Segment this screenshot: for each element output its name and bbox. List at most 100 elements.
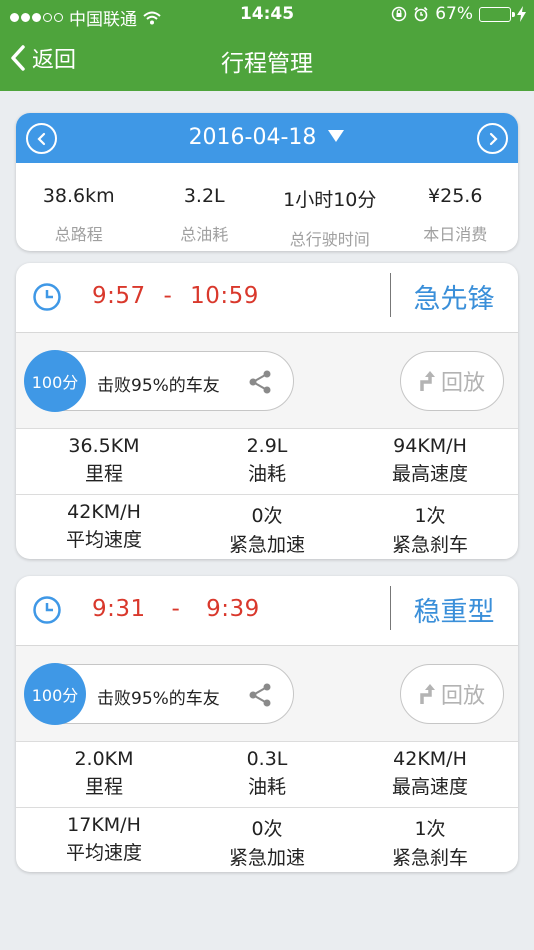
trip-stats-row: 17KM/H 平均速度 0次 紧急加速 1次 紧急刹车: [16, 807, 518, 872]
date-selector[interactable]: 2016-04-18: [16, 125, 518, 150]
stat-value: 0.3L: [246, 748, 288, 770]
summary-stat: 3.2L 总油耗: [142, 163, 268, 251]
current-date: 2016-04-18: [188, 125, 317, 150]
trip-stat-avg-speed: 17KM/H 平均速度: [16, 808, 192, 872]
summary-stats: 38.6km 总路程 3.2L 总油耗 1小时10分 总行驶时间 ¥25.6 本…: [16, 163, 518, 251]
summary-stat: 1小时10分 总行驶时间: [267, 163, 393, 251]
time-separator: -: [171, 596, 181, 622]
trip-stat-avg-speed: 42KM/H 平均速度: [16, 495, 192, 559]
stat-label: 油耗: [247, 776, 286, 798]
stat-label: 平均速度: [65, 529, 142, 551]
page-title: 行程管理: [221, 51, 313, 77]
stat-value: 0次: [251, 505, 283, 527]
trip-stat-distance: 2.0KM 里程: [16, 742, 192, 807]
trip-start-time: 9:31: [92, 596, 146, 622]
score-rank-text: 击败95%的车友: [97, 689, 220, 709]
daily-summary-card: 2016-04-18 38.6km 总路程 3.2L 总油耗 1小时10分 总行…: [16, 113, 518, 251]
stat-label: 最高速度: [391, 463, 468, 485]
replay-route-icon: [420, 371, 435, 391]
stat-value: 2.0KM: [74, 748, 134, 770]
clock-icon: [33, 283, 61, 311]
stat-value: 42KM/H: [393, 748, 467, 770]
trip-header: 9:31 - 9:39 稳重型: [16, 576, 518, 646]
stat-label: 总行驶时间: [289, 230, 370, 249]
trip-card[interactable]: 9:31 - 9:39 稳重型 100分 击败95%的车友 回放 2.0KM 里…: [16, 576, 518, 872]
score-value: 100分: [24, 663, 86, 725]
chevron-right-icon: [489, 132, 498, 145]
stat-label: 紧急刹车: [391, 534, 468, 556]
score-badge[interactable]: 100分 击败95%的车友: [24, 350, 294, 412]
stat-value: 38.6km: [42, 185, 115, 207]
trip-stat-max-speed: 94KM/H 最高速度: [342, 429, 518, 494]
date-bar: 2016-04-18: [16, 113, 518, 163]
replay-button[interactable]: 回放: [400, 664, 504, 724]
driving-style: 急先锋: [413, 284, 495, 315]
share-icon[interactable]: [247, 369, 273, 395]
score-row: 100分 击败95%的车友 回放: [16, 646, 518, 742]
trip-time-range: 9:31 - 9:39: [92, 596, 260, 622]
trip-stats-row: 36.5KM 里程 2.9L 油耗 94KM/H 最高速度: [16, 429, 518, 494]
trip-stat-distance: 36.5KM 里程: [16, 429, 192, 494]
score-badge[interactable]: 100分 击败95%的车友: [24, 663, 294, 725]
trip-time-range: 9:57 - 10:59: [92, 283, 259, 309]
stat-value: 0次: [251, 818, 283, 840]
stat-label: 油耗: [247, 463, 286, 485]
replay-label: 回放: [440, 684, 485, 709]
trip-stats-row: 2.0KM 里程 0.3L 油耗 42KM/H 最高速度: [16, 742, 518, 807]
next-day-button[interactable]: [477, 123, 508, 154]
summary-stat: 38.6km 总路程: [16, 163, 142, 251]
trip-end-time: 10:59: [190, 283, 259, 309]
orientation-lock-icon: [391, 6, 407, 22]
trip-stat-hard-brake: 1次 紧急刹车: [342, 495, 518, 559]
stat-value: 3.2L: [183, 185, 225, 207]
stat-label: 里程: [84, 463, 123, 485]
clock-icon: [33, 596, 61, 624]
stat-label: 紧急加速: [228, 534, 305, 556]
trip-stat-hard-accel: 0次 紧急加速: [192, 808, 342, 872]
stat-value: 1次: [414, 505, 446, 527]
score-row: 100分 击败95%的车友 回放: [16, 333, 518, 429]
header: 中国联通 14:45 67% 返回 行程管理: [0, 0, 534, 91]
stat-label: 总油耗: [180, 225, 229, 244]
trip-start-time: 9:57: [92, 283, 146, 309]
driving-style: 稳重型: [413, 597, 495, 628]
replay-route-icon: [420, 684, 435, 704]
stat-value: ¥25.6: [428, 185, 483, 207]
stat-value: 2.9L: [246, 435, 288, 457]
trip-stat-max-speed: 42KM/H 最高速度: [342, 742, 518, 807]
stat-value: 17KM/H: [67, 814, 141, 836]
nav-bar: 返回 行程管理: [0, 30, 534, 91]
summary-stat: ¥25.6 本日消费: [393, 163, 519, 251]
trip-stat-hard-accel: 0次 紧急加速: [192, 495, 342, 559]
stat-value: 36.5KM: [68, 435, 140, 457]
stat-value: 1小时10分: [283, 189, 377, 211]
stat-value: 94KM/H: [393, 435, 467, 457]
stat-value: 42KM/H: [67, 501, 141, 523]
status-right: 67%: [391, 4, 526, 24]
score-value: 100分: [24, 350, 86, 412]
time-separator: -: [163, 283, 173, 309]
score-rank-text: 击败95%的车友: [97, 376, 220, 396]
stat-label: 紧急加速: [228, 847, 305, 869]
battery-percent: 67%: [435, 4, 473, 24]
stat-label: 紧急刹车: [391, 847, 468, 869]
replay-label: 回放: [440, 371, 485, 396]
replay-button[interactable]: 回放: [400, 351, 504, 411]
battery-icon: [479, 6, 515, 22]
stat-label: 本日消费: [423, 225, 488, 244]
trip-card[interactable]: 9:57 - 10:59 急先锋 100分 击败95%的车友 回放 36.5KM…: [16, 263, 518, 559]
stat-label: 平均速度: [65, 842, 142, 864]
share-icon[interactable]: [247, 682, 273, 708]
alarm-icon: [414, 6, 428, 22]
trip-header: 9:57 - 10:59 急先锋: [16, 263, 518, 333]
stat-value: 1次: [414, 818, 446, 840]
triangle-down-icon: [328, 130, 345, 142]
trip-end-time: 9:39: [206, 596, 260, 622]
trip-stat-hard-brake: 1次 紧急刹车: [342, 808, 518, 872]
charging-icon: [517, 6, 526, 22]
trip-stat-fuel: 2.9L 油耗: [192, 429, 342, 494]
stat-label: 里程: [84, 776, 123, 798]
trip-stats-row: 42KM/H 平均速度 0次 紧急加速 1次 紧急刹车: [16, 494, 518, 559]
status-bar: 中国联通 14:45 67%: [0, 0, 534, 30]
stat-label: 最高速度: [391, 776, 468, 798]
